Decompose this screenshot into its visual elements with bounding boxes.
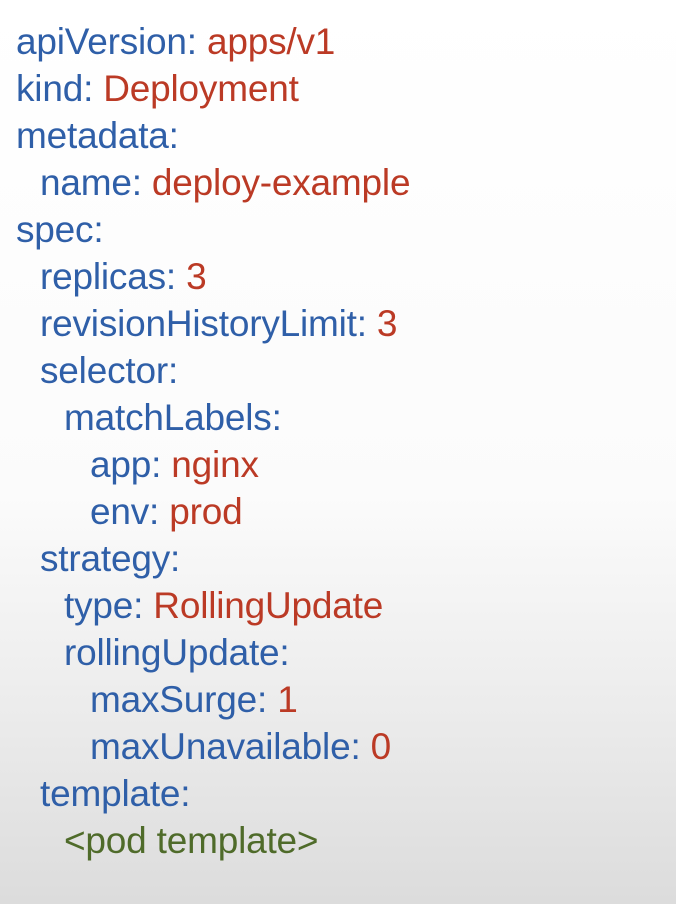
yaml-value: apps/v1 [206,21,336,62]
yaml-key: spec: [16,209,104,250]
yaml-key: revisionHistoryLimit: [40,303,377,344]
yaml-value: 3 [376,303,398,344]
yaml-key: app: [90,444,172,485]
yaml-value: RollingUpdate [153,585,384,626]
yaml-value: Deployment [103,68,299,109]
yaml-key: rollingUpdate: [64,632,290,673]
yaml-key: replicas: [40,256,187,297]
pod-template-placeholder: <pod template> [64,820,319,861]
yaml-line-revisionhistorylimit: revisionHistoryLimit: 3 [16,300,666,347]
yaml-key: metadata: [16,115,179,156]
yaml-value: 0 [370,726,392,767]
yaml-key: maxSurge: [90,679,278,720]
yaml-key: matchLabels: [64,397,282,438]
yaml-line-type: type: RollingUpdate [16,582,666,629]
yaml-key: apiVersion: [16,21,207,62]
yaml-key: name: [40,162,152,203]
yaml-line-matchlabels: matchLabels: [16,394,666,441]
yaml-line-apiversion: apiVersion: apps/v1 [16,18,666,65]
yaml-value: 3 [186,256,207,297]
yaml-value: nginx [171,444,259,485]
yaml-key: template: [40,773,191,814]
yaml-line-kind: kind: Deployment [16,65,666,112]
yaml-line-pod-template-placeholder: <pod template> [16,817,666,864]
yaml-key: strategy: [40,538,181,579]
yaml-key: type: [64,585,154,626]
yaml-code-block: apiVersion: apps/v1 kind: Deployment met… [16,18,666,864]
yaml-line-name: name: deploy-example [16,159,666,206]
yaml-line-maxunavailable: maxUnavailable: 0 [16,723,666,770]
yaml-key: maxUnavailable: [90,726,371,767]
yaml-line-app: app: nginx [16,441,666,488]
yaml-line-strategy: strategy: [16,535,666,582]
yaml-line-template: template: [16,770,666,817]
yaml-key: kind: [16,68,104,109]
yaml-value: deploy-example [151,162,411,203]
yaml-line-selector: selector: [16,347,666,394]
yaml-key: env: [90,491,170,532]
yaml-value: 1 [277,679,298,720]
yaml-line-env: env: prod [16,488,666,535]
yaml-line-replicas: replicas: 3 [16,253,666,300]
yaml-line-rollingupdate: rollingUpdate: [16,629,666,676]
yaml-line-maxsurge: maxSurge: 1 [16,676,666,723]
yaml-value: prod [169,491,243,532]
yaml-line-metadata: metadata: [16,112,666,159]
yaml-line-spec: spec: [16,206,666,253]
yaml-key: selector: [40,350,179,391]
